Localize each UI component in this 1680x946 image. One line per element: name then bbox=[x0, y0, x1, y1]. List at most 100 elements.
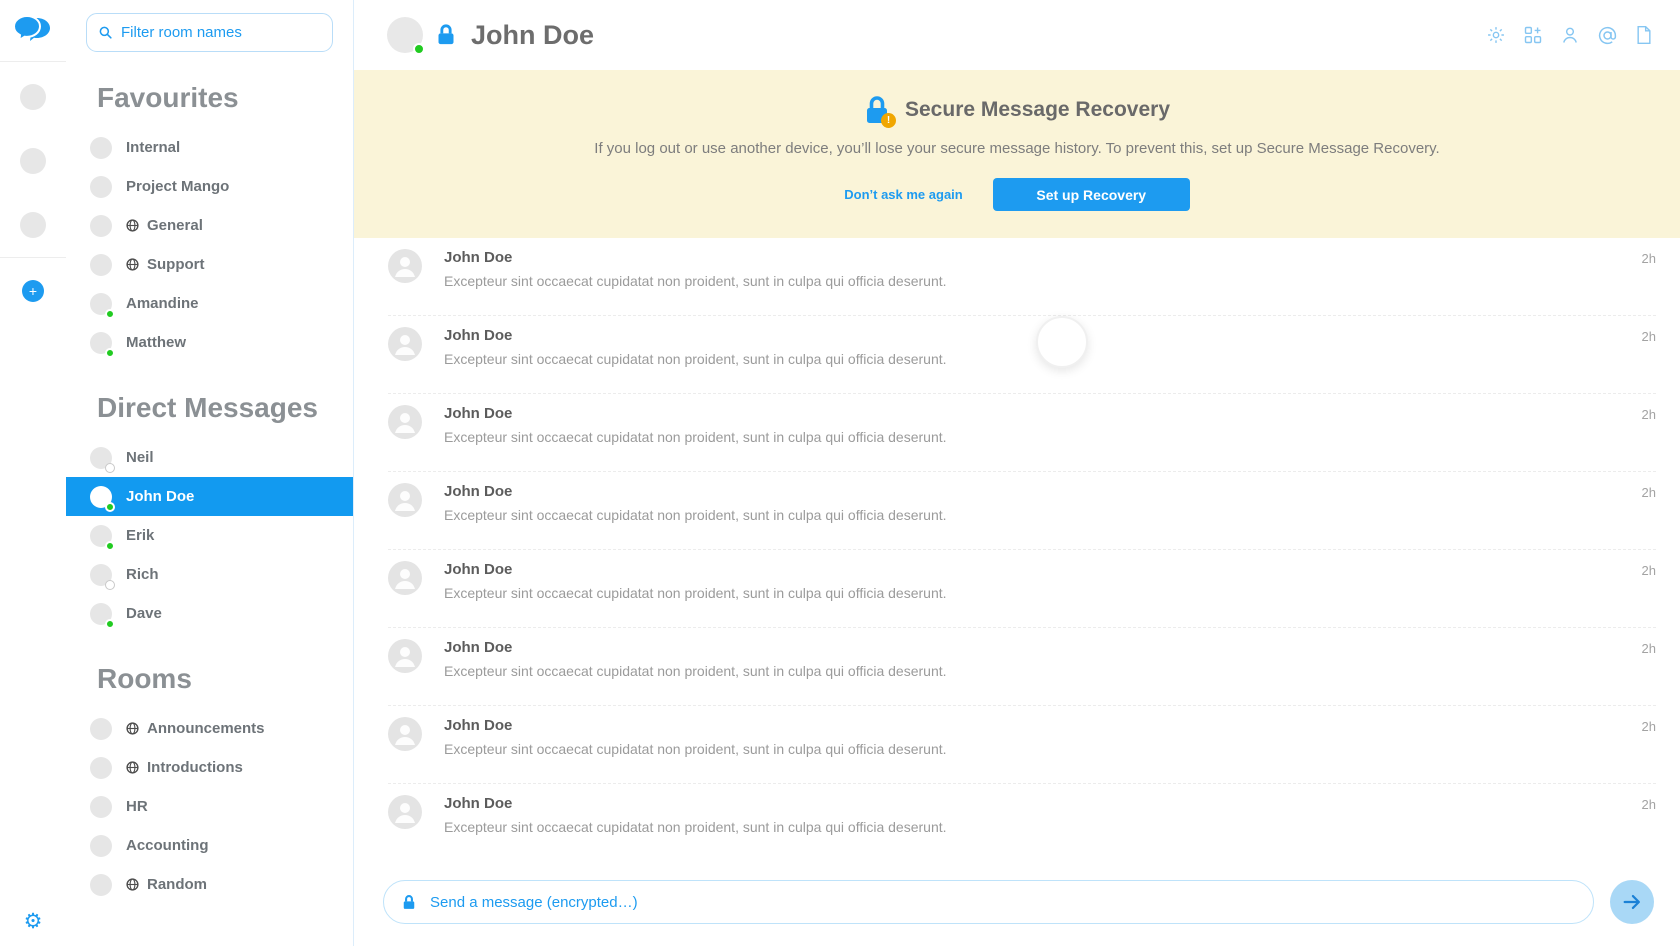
globe-icon bbox=[126, 258, 139, 271]
encrypted-lock-icon bbox=[436, 23, 456, 47]
left-rail: + ⚙ bbox=[0, 0, 66, 946]
sidebar-item-john-doe[interactable]: John Doe bbox=[66, 477, 353, 516]
message-avatar bbox=[388, 561, 422, 595]
lock-warning-icon: ! bbox=[864, 95, 890, 125]
message-avatar bbox=[388, 717, 422, 751]
message-row[interactable]: John Doe Excepteur sint occaecat cupidata… bbox=[388, 238, 1656, 316]
presence-dot bbox=[105, 348, 115, 358]
presence-dot bbox=[105, 619, 115, 629]
sidebar-item-project-mango[interactable]: Project Mango bbox=[66, 167, 353, 206]
message-timestamp: 2h bbox=[1642, 795, 1656, 812]
room-label: General bbox=[147, 217, 203, 234]
sidebar-item-rich[interactable]: Rich bbox=[66, 555, 353, 594]
sidebar-item-random[interactable]: Random bbox=[66, 865, 353, 904]
sidebar-sections: Favourites InternalProject Mango General Su… bbox=[66, 82, 353, 904]
message-timestamp: 2h bbox=[1642, 249, 1656, 266]
sidebar-item-amandine[interactable]: Amandine bbox=[66, 284, 353, 323]
app-logo[interactable] bbox=[0, 0, 66, 62]
filter-room-input[interactable] bbox=[121, 24, 320, 41]
room-avatar bbox=[90, 254, 112, 276]
message-row[interactable]: John DoeExcepteur sint occaecat cupidata… bbox=[388, 706, 1656, 784]
room-avatar bbox=[90, 718, 112, 740]
file-icon[interactable] bbox=[1630, 21, 1658, 49]
room-avatar bbox=[90, 215, 112, 237]
setup-recovery-button[interactable]: Set up Recovery bbox=[993, 178, 1190, 211]
sidebar-item-support[interactable]: Support bbox=[66, 245, 353, 284]
message-row[interactable]: John DoeExcepteur sint occaecat cupidata… bbox=[388, 472, 1656, 550]
sidebar-item-internal[interactable]: Internal bbox=[66, 128, 353, 167]
filter-room-box[interactable] bbox=[86, 13, 333, 52]
globe-icon bbox=[126, 722, 139, 735]
message-sender: John Doe bbox=[444, 639, 1642, 656]
sidebar-item-announcements[interactable]: Announcements bbox=[66, 709, 353, 748]
room-label: Neil bbox=[126, 449, 154, 466]
globe-icon bbox=[126, 219, 139, 232]
secure-recovery-banner: ! Secure Message Recovery If you log out… bbox=[354, 70, 1680, 238]
sidebar-item-dave[interactable]: Dave bbox=[66, 594, 353, 633]
sidebar-item-neil[interactable]: Neil bbox=[66, 438, 353, 477]
add-space-button[interactable]: + bbox=[22, 280, 44, 302]
room-avatar bbox=[90, 137, 112, 159]
room-label: Amandine bbox=[126, 295, 199, 312]
sidebar-item-hr[interactable]: HR bbox=[66, 787, 353, 826]
chat-main: John Doe bbox=[354, 0, 1680, 946]
settings-icon[interactable] bbox=[1482, 21, 1510, 49]
sidebar-item-general[interactable]: General bbox=[66, 206, 353, 245]
message-row[interactable]: John DoeExcepteur sint occaecat cupidata… bbox=[388, 394, 1656, 472]
message-avatar bbox=[388, 249, 422, 283]
presence-dot bbox=[105, 580, 115, 590]
room-label: Matthew bbox=[126, 334, 186, 351]
message-body: John DoeExcepteur sint occaecat cupidata… bbox=[444, 561, 1642, 601]
room-label: Accounting bbox=[126, 837, 209, 854]
sidebar-section: RoomsAnnouncementsIntroductionsHRAccount… bbox=[66, 663, 353, 904]
message-body: John DoeExcepteur sint occaecat cupidata… bbox=[444, 795, 1642, 835]
message-timestamp: 2h bbox=[1642, 639, 1656, 656]
space-avatar-list bbox=[0, 62, 66, 258]
room-label: Rich bbox=[126, 566, 159, 583]
message-input[interactable] bbox=[384, 881, 1593, 923]
message-body: John DoeExcepteur sint occaecat cupidata… bbox=[444, 483, 1642, 523]
chat-header-avatar[interactable] bbox=[387, 17, 423, 53]
sidebar-item-matthew[interactable]: Matthew bbox=[66, 323, 353, 362]
message-body: John DoeExcepteur sint occaecat cupidata… bbox=[444, 405, 1642, 445]
sidebar-item-erik[interactable]: Erik bbox=[66, 516, 353, 555]
space-avatar[interactable] bbox=[20, 84, 46, 110]
presence-dot bbox=[105, 502, 115, 512]
add-widget-icon[interactable] bbox=[1519, 21, 1547, 49]
mention-icon[interactable] bbox=[1593, 21, 1621, 49]
dismiss-recovery-link[interactable]: Don’t ask me again bbox=[844, 187, 962, 202]
send-button[interactable] bbox=[1610, 880, 1654, 924]
settings-gear-icon[interactable]: ⚙ bbox=[0, 909, 66, 934]
message-row[interactable]: John Doe Excepteur sint occaecat cupidata… bbox=[388, 628, 1656, 706]
message-body: John DoeExcepteur sint occaecat cupidata… bbox=[444, 717, 1642, 757]
banner-title-row: ! Secure Message Recovery bbox=[864, 95, 1170, 125]
composer-input-wrap[interactable] bbox=[383, 880, 1594, 924]
room-avatar bbox=[90, 796, 112, 818]
message-text: Excepteur sint occaecat cupidatat non pr… bbox=[444, 273, 1642, 289]
presence-dot bbox=[105, 309, 115, 319]
space-avatar[interactable] bbox=[20, 212, 46, 238]
person-icon bbox=[388, 795, 422, 829]
room-sidebar: Favourites InternalProject Mango General Su… bbox=[66, 0, 354, 946]
profile-icon[interactable] bbox=[1556, 21, 1584, 49]
message-row[interactable]: John DoeExcepteur sint occaecat cupidata… bbox=[388, 784, 1656, 862]
message-text: Excepteur sint occaecat cupidatat non pr… bbox=[444, 663, 1642, 679]
message-avatar bbox=[388, 327, 422, 361]
message-sender: John Doe bbox=[444, 249, 1642, 266]
sidebar-item-accounting[interactable]: Accounting bbox=[66, 826, 353, 865]
message-sender: John Doe bbox=[444, 795, 1642, 812]
room-avatar bbox=[90, 564, 112, 586]
space-avatar[interactable] bbox=[20, 148, 46, 174]
banner-body: If you log out or use another device, yo… bbox=[594, 140, 1439, 157]
section-title: Favourites bbox=[97, 82, 353, 114]
sidebar-item-introductions[interactable]: Introductions bbox=[66, 748, 353, 787]
message-row[interactable]: John DoeExcepteur sint occaecat cupidata… bbox=[388, 316, 1656, 394]
message-sender: John Doe bbox=[444, 405, 1642, 422]
room-avatar bbox=[90, 525, 112, 547]
room-avatar bbox=[90, 332, 112, 354]
message-row[interactable]: John DoeExcepteur sint occaecat cupidata… bbox=[388, 550, 1656, 628]
message-body: John Doe Excepteur sint occaecat cupidata… bbox=[444, 639, 1642, 679]
room-label: Random bbox=[147, 876, 207, 893]
room-avatar bbox=[90, 874, 112, 896]
sidebar-section: Direct MessagesNeilJohn DoeErikRichDave bbox=[66, 392, 353, 633]
